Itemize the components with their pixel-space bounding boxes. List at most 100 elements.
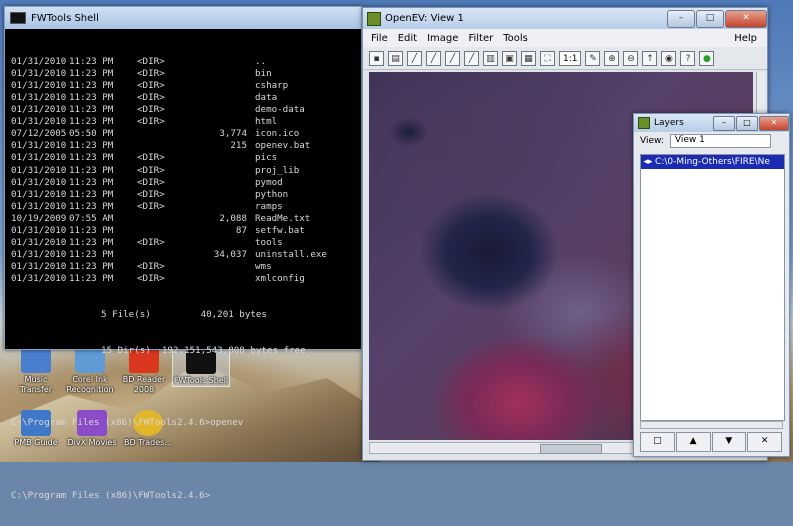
menu-tools[interactable]: Tools (503, 33, 528, 44)
delete-layer-button[interactable]: ✕ (747, 432, 782, 452)
console-date: 01/31/2010 (11, 56, 67, 68)
console-date: 01/31/2010 (11, 248, 67, 260)
menu-image[interactable]: Image (427, 33, 458, 44)
console-window[interactable]: FWTools Shell 01/31/2010 11:23 PM <DIR>.. 0… (4, 6, 362, 501)
menu-filter[interactable]: Filter (468, 33, 493, 44)
console-time: 07:55 AM (69, 212, 114, 224)
console-name: bin (255, 68, 272, 80)
console-date: 01/31/2010 (11, 188, 67, 200)
close-button[interactable]: ✕ (725, 9, 767, 28)
console-size (189, 189, 247, 201)
console-dir: <DIR> (137, 176, 165, 188)
console-title: FWTools Shell (31, 12, 99, 24)
help-icon[interactable]: ? (680, 50, 696, 66)
draw-line-icon[interactable]: ╱ (407, 50, 422, 66)
console-name: html (255, 116, 278, 128)
lower-layer-button[interactable]: ▼ (711, 432, 747, 452)
new-layer-button[interactable]: □ (640, 432, 675, 452)
console-row: 01/31/2010 11:23 PM <DIR> pymod (11, 177, 361, 189)
console-dir: <DIR> (137, 92, 165, 104)
console-row: 01/31/2010 11:23 PM <DIR> ramps (11, 201, 361, 213)
console-size (189, 273, 247, 285)
console-titlebar[interactable]: FWTools Shell (5, 7, 361, 29)
console-row: 01/31/2010 11:23 PM 34,037 uninstall.exe (11, 249, 361, 261)
console-row: 01/31/2010 11:23 PM 215 openev.bat (11, 140, 361, 152)
layers-titlebar[interactable]: Layers – □ ✕ (634, 114, 789, 132)
raise-layer-button[interactable]: ▲ (675, 432, 711, 452)
console-row: 01/31/2010 11:23 PM <DIR> html (11, 116, 361, 128)
print-icon[interactable]: ▤ (388, 50, 403, 66)
console-row: 01/31/2010 11:23 PM 87 setfw.bat (11, 225, 361, 237)
console-output[interactable]: 01/31/2010 11:23 PM <DIR>.. 01/31/2010 11:23… (5, 29, 361, 526)
table-icon[interactable]: ▦ (521, 50, 536, 66)
console-app-icon (10, 12, 26, 24)
openev-title: OpenEV: View 1 (385, 13, 464, 24)
console-date: 01/31/2010 (11, 236, 67, 248)
console-date: 01/31/2010 (11, 176, 67, 188)
layers-window[interactable]: Layers – □ ✕ View: View 1 ◂▸ C:\0-Ming-O… (633, 113, 790, 457)
zoom-out-icon[interactable]: ⊖ (623, 50, 639, 66)
console-dir: <DIR> (137, 68, 165, 80)
maximize-button[interactable]: □ (696, 9, 724, 28)
layers-minimize-button[interactable]: – (713, 115, 735, 131)
menu-help[interactable]: Help (734, 33, 757, 44)
layers-maximize-button[interactable]: □ (736, 115, 758, 131)
console-row: 01/31/2010 11:23 PM <DIR> pics (11, 152, 361, 164)
draw-arc-icon[interactable]: ╱ (445, 50, 460, 66)
zoom-in-icon[interactable]: ⊕ (604, 50, 620, 66)
console-dir: <DIR> (137, 260, 165, 272)
layer-item[interactable]: ◂▸ C:\0-Ming-Others\FIRE\Ne (641, 155, 784, 169)
console-row: 01/31/2010 11:23 PM <DIR> python (11, 189, 361, 201)
layer-item-label: C:\0-Ming-Others\FIRE\Ne (655, 157, 770, 167)
console-size: 87 (235, 224, 247, 236)
console-size (189, 201, 247, 213)
console-date: 01/31/2010 (11, 116, 67, 128)
minimize-button[interactable]: – (667, 9, 695, 28)
layout-icon[interactable]: ▥ (483, 50, 498, 66)
console-row: 01/31/2010 11:23 PM <DIR> tools (11, 237, 361, 249)
layer-list-scrollbar[interactable] (640, 421, 783, 429)
layer-list[interactable]: ◂▸ C:\0-Ming-Others\FIRE\Ne (640, 154, 785, 421)
console-dir: <DIR> (137, 164, 165, 176)
fit-icon[interactable]: ⛶ (540, 50, 555, 66)
console-size: 2,088 (219, 212, 247, 224)
console-row: 01/31/2010 11:23 PM <DIR> csharp (11, 80, 361, 92)
north-arrow-icon[interactable]: ↑ (642, 50, 658, 66)
console-name: ramps (255, 200, 283, 212)
open-file-icon[interactable]: ▪ (369, 50, 384, 66)
menu-edit[interactable]: Edit (398, 33, 417, 44)
histogram-icon[interactable]: ▣ (502, 50, 517, 66)
console-time: 11:23 PM (69, 140, 114, 152)
console-time: 11:23 PM (69, 68, 114, 80)
view-row: View: View 1 (634, 132, 789, 150)
console-date: 01/31/2010 (11, 152, 67, 164)
draw-polyline-icon[interactable]: ╱ (426, 50, 441, 66)
console-dir (137, 225, 189, 237)
globe-icon[interactable]: ◉ (661, 50, 677, 66)
console-name: tools (255, 236, 283, 248)
console-name: pics (255, 152, 278, 164)
console-size (189, 177, 247, 189)
visibility-icon[interactable]: ◂▸ (641, 155, 655, 169)
console-name: data (255, 92, 278, 104)
console-time: 11:23 PM (69, 248, 114, 260)
scroll-thumb[interactable] (540, 444, 602, 454)
menu-file[interactable]: File (371, 33, 388, 44)
console-row: 01/31/2010 11:23 PM <DIR> wms (11, 261, 361, 273)
zoom-1to1-button[interactable]: 1:1 (559, 50, 582, 66)
console-date: 01/31/2010 (11, 80, 67, 92)
console-dir (137, 213, 189, 225)
console-date: 01/31/2010 (11, 272, 67, 284)
view-select[interactable]: View 1 (669, 134, 771, 148)
console-dir (137, 140, 189, 152)
edit-icon[interactable]: ✎ (585, 50, 601, 66)
console-time: 05:50 PM (69, 128, 114, 140)
openev-titlebar[interactable]: OpenEV: View 1 – □ ✕ (363, 8, 767, 29)
command-prompt-current[interactable]: C:\Program Files (x86)\FWTools2.4.6> (11, 490, 361, 502)
console-date: 01/31/2010 (11, 140, 67, 152)
green-dot-icon[interactable]: ● (699, 50, 715, 66)
console-name: uninstall.exe (255, 248, 327, 260)
console-size (189, 152, 247, 164)
layers-close-button[interactable]: ✕ (759, 115, 789, 131)
draw-rect-icon[interactable]: ╱ (464, 50, 479, 66)
